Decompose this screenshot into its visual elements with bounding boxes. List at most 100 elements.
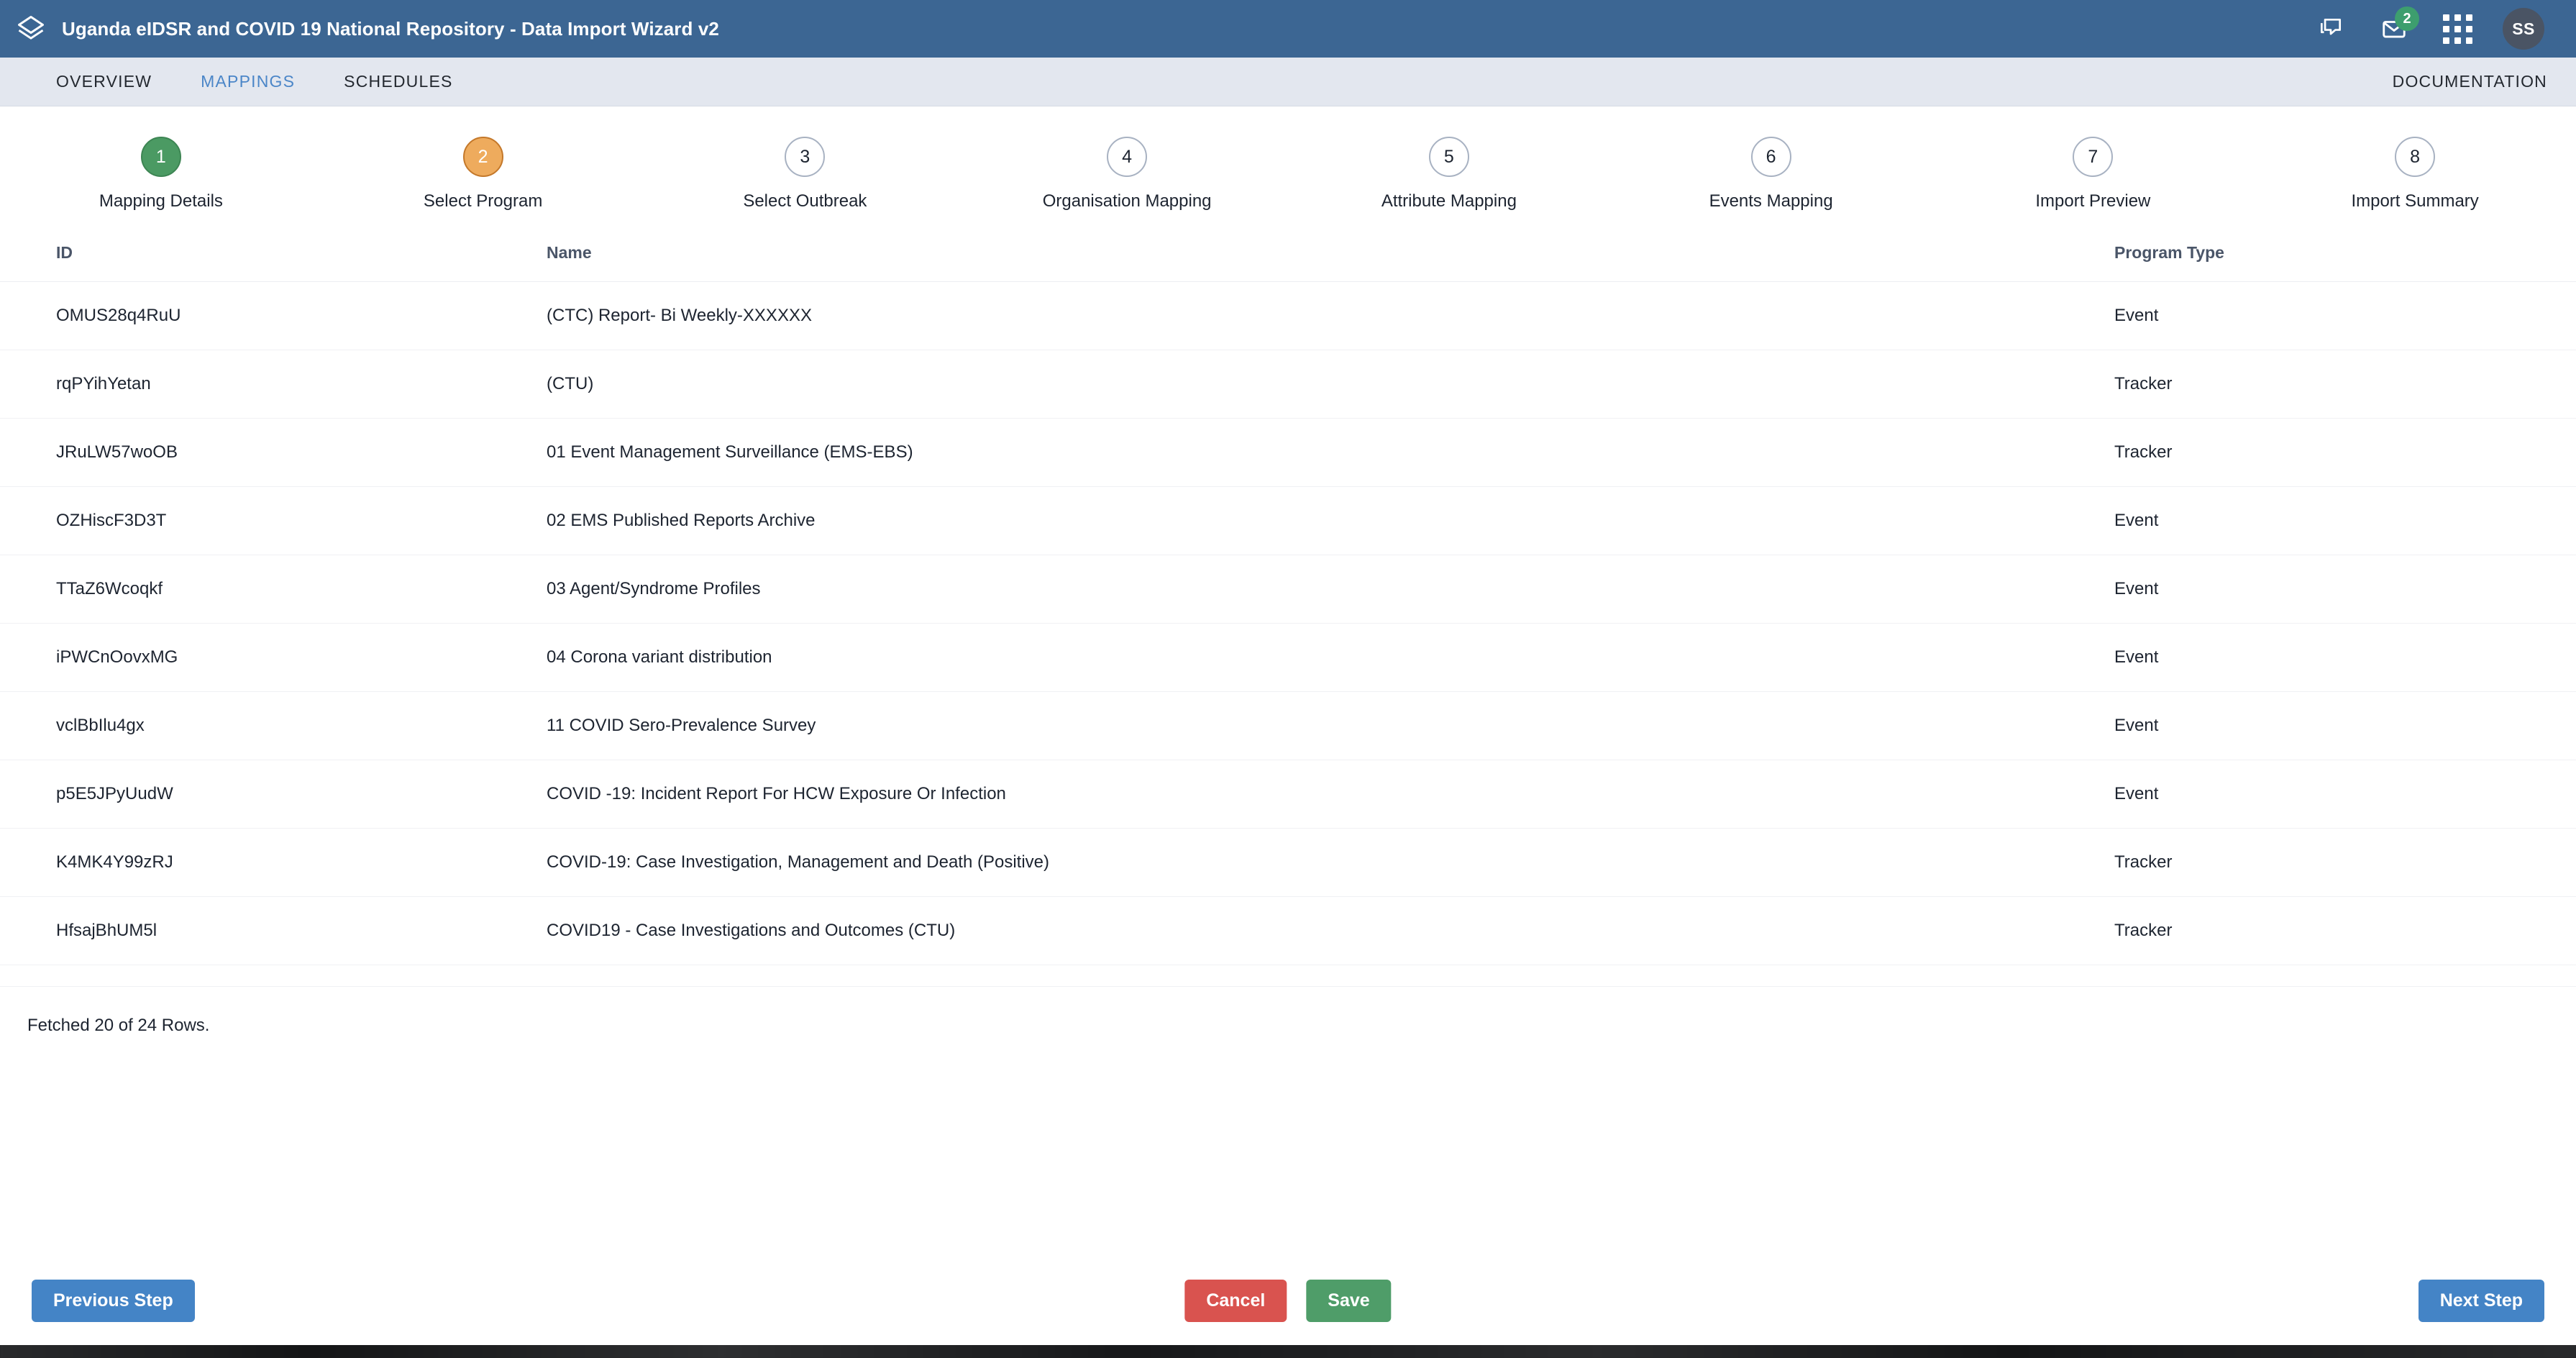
cell-program-type: Tracker <box>2114 896 2576 965</box>
taskbar-smear <box>0 1345 2576 1358</box>
app-header: Uganda eIDSR and COVID 19 National Repos… <box>0 0 2576 58</box>
cancel-button[interactable]: Cancel <box>1184 1279 1287 1322</box>
step-events-mapping[interactable]: 6 Events Mapping <box>1610 137 1932 211</box>
cell-program-type: Event <box>2114 691 2576 760</box>
step-label: Import Preview <box>2035 191 2151 211</box>
step-number: 2 <box>462 137 503 177</box>
app-title: Uganda eIDSR and COVID 19 National Repos… <box>62 17 719 40</box>
cell-name: 11 COVID Sero-Prevalence Survey <box>547 691 2114 760</box>
cell-name: 01 Event Management Surveillance (EMS-EB… <box>547 418 2114 487</box>
documentation-link[interactable]: DOCUMENTATION <box>2393 72 2547 91</box>
header-actions: 2 SS <box>2313 6 2549 50</box>
step-label: Events Mapping <box>1709 191 1833 211</box>
tab-mappings[interactable]: MAPPINGS <box>201 72 295 91</box>
tab-schedules[interactable]: SCHEDULES <box>344 72 452 91</box>
fetched-rows-status: Fetched 20 of 24 Rows. <box>27 1016 210 1035</box>
cell-program-type: Event <box>2114 555 2576 624</box>
wizard-stepper: 1 Mapping Details 2 Select Program 3 Sel… <box>0 106 2576 211</box>
cell-name: (CTU) <box>547 350 2114 419</box>
step-number: 4 <box>1107 137 1148 177</box>
apps-grid-icon[interactable] <box>2439 11 2475 47</box>
chat-bubble-icon[interactable] <box>2313 11 2349 47</box>
save-button[interactable]: Save <box>1306 1279 1392 1322</box>
column-header-program-type[interactable]: Program Type <box>2114 236 2576 282</box>
page-content: 1 Mapping Details 2 Select Program 3 Sel… <box>0 106 2576 1151</box>
step-import-preview[interactable]: 7 Import Preview <box>1932 137 2255 211</box>
table-row[interactable]: TTaZ6Wcoqkf 03 Agent/Syndrome Profiles E… <box>0 555 2576 624</box>
step-label: Organisation Mapping <box>1042 191 1212 211</box>
step-number: 3 <box>785 137 826 177</box>
cell-id: JRuLW57woOB <box>0 418 547 487</box>
cell-id: rqPYihYetan <box>0 350 547 419</box>
table-row[interactable]: vclBbIlu4gx 11 COVID Sero-Prevalence Sur… <box>0 691 2576 760</box>
table-row[interactable]: iPWCnOovxMG 04 Corona variant distributi… <box>0 623 2576 692</box>
avatar[interactable]: SS <box>2503 8 2544 50</box>
step-label: Attribute Mapping <box>1381 191 1517 211</box>
previous-step-button[interactable]: Previous Step <box>32 1279 195 1322</box>
cell-name: (CTC) Report- Bi Weekly-XXXXXX <box>547 281 2114 350</box>
cell-program-type: Event <box>2114 281 2576 350</box>
cell-id: HfsajBhUM5l <box>0 896 547 965</box>
footer-center-actions: Cancel Save <box>1184 1279 1392 1322</box>
programs-table: ID Name Program Type OMUS28q4RuU (CTC) R… <box>0 236 2576 965</box>
step-number: 6 <box>1750 137 1791 177</box>
table-row-clipped[interactable] <box>0 965 2576 987</box>
step-label: Select Outbreak <box>743 191 867 211</box>
layers-icon[interactable] <box>0 0 62 58</box>
cell-name: 03 Agent/Syndrome Profiles <box>547 555 2114 624</box>
step-mapping-details[interactable]: 1 Mapping Details <box>0 137 322 211</box>
cell-id: OMUS28q4RuU <box>0 281 547 350</box>
step-label: Select Program <box>423 191 543 211</box>
cell-id: vclBbIlu4gx <box>0 691 547 760</box>
cell-name: 04 Corona variant distribution <box>547 623 2114 692</box>
cell-name: COVID19 - Case Investigations and Outcom… <box>547 896 2114 965</box>
programs-table-wrapper: ID Name Program Type OMUS28q4RuU (CTC) R… <box>0 236 2576 1036</box>
step-number: 8 <box>2395 137 2436 177</box>
column-header-name[interactable]: Name <box>547 236 2114 282</box>
table-body: OMUS28q4RuU (CTC) Report- Bi Weekly-XXXX… <box>0 281 2576 965</box>
table-row[interactable]: HfsajBhUM5l COVID19 - Case Investigation… <box>0 896 2576 965</box>
next-step-button[interactable]: Next Step <box>2418 1279 2544 1322</box>
cell-id: p5E5JPyUudW <box>0 760 547 829</box>
step-number: 5 <box>1428 137 1469 177</box>
cell-program-type: Tracker <box>2114 418 2576 487</box>
cell-program-type: Tracker <box>2114 350 2576 419</box>
cell-id: iPWCnOovxMG <box>0 623 547 692</box>
step-import-summary[interactable]: 8 Import Summary <box>2254 137 2576 211</box>
cell-id: TTaZ6Wcoqkf <box>0 555 547 624</box>
tab-overview[interactable]: OVERVIEW <box>56 72 152 91</box>
table-row[interactable]: rqPYihYetan (CTU) Tracker <box>0 350 2576 419</box>
mail-unread-badge: 2 <box>2395 6 2419 31</box>
column-header-id[interactable]: ID <box>0 236 547 282</box>
step-organisation-mapping[interactable]: 4 Organisation Mapping <box>966 137 1288 211</box>
table-row[interactable]: OZHiscF3D3T 02 EMS Published Reports Arc… <box>0 486 2576 555</box>
step-select-outbreak[interactable]: 3 Select Outbreak <box>644 137 967 211</box>
table-head: ID Name Program Type <box>0 236 2576 282</box>
cell-id: K4MK4Y99zRJ <box>0 828 547 897</box>
table-row[interactable]: p5E5JPyUudW COVID -19: Incident Report F… <box>0 760 2576 829</box>
cell-id: OZHiscF3D3T <box>0 486 547 555</box>
step-number: 7 <box>2073 137 2114 177</box>
wizard-footer: Previous Step Cancel Save Next Step <box>0 1272 2576 1329</box>
step-label: Mapping Details <box>99 191 223 211</box>
main-nav: OVERVIEW MAPPINGS SCHEDULES DOCUMENTATIO… <box>0 58 2576 106</box>
table-header-row: ID Name Program Type <box>0 236 2576 282</box>
step-select-program[interactable]: 2 Select Program <box>322 137 644 211</box>
footer-right-actions: Next Step <box>2418 1279 2544 1322</box>
os-taskbar-strip <box>0 1345 2576 1358</box>
cell-program-type: Tracker <box>2114 828 2576 897</box>
cell-program-type: Event <box>2114 623 2576 692</box>
step-number: 1 <box>140 137 181 177</box>
cell-name: COVID -19: Incident Report For HCW Expos… <box>547 760 2114 829</box>
step-attribute-mapping[interactable]: 5 Attribute Mapping <box>1288 137 1610 211</box>
cell-name: COVID-19: Case Investigation, Management… <box>547 828 2114 897</box>
table-row[interactable]: JRuLW57woOB 01 Event Management Surveill… <box>0 418 2576 487</box>
cell-name: 02 EMS Published Reports Archive <box>547 486 2114 555</box>
step-label: Import Summary <box>2351 191 2479 211</box>
cell-program-type: Event <box>2114 486 2576 555</box>
envelope-icon[interactable]: 2 <box>2376 6 2419 47</box>
page-root: Uganda eIDSR and COVID 19 National Repos… <box>0 0 2576 1358</box>
cell-program-type: Event <box>2114 760 2576 829</box>
table-row[interactable]: OMUS28q4RuU (CTC) Report- Bi Weekly-XXXX… <box>0 281 2576 350</box>
table-row[interactable]: K4MK4Y99zRJ COVID-19: Case Investigation… <box>0 828 2576 897</box>
